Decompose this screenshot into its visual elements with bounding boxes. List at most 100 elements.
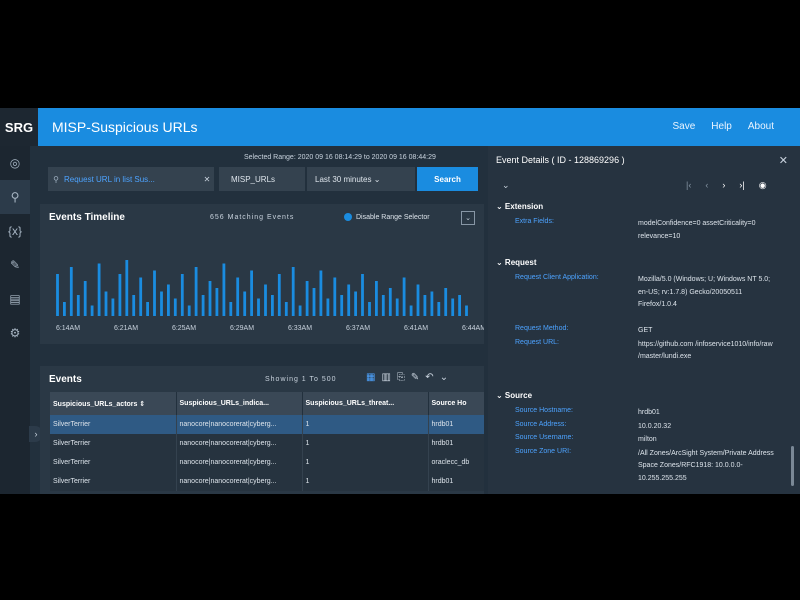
timeline-chart[interactable]: 6:14AM 6:21AM 6:25AM 6:29AM 6:33AM 6:37AM 6:41…	[40, 204, 484, 344]
timeline-bar[interactable]	[368, 302, 371, 316]
timeline-bar[interactable]	[277, 274, 281, 316]
timeline-bar[interactable]	[63, 302, 66, 316]
section-header[interactable]: ⌄ Request	[496, 258, 537, 267]
timeline-bar[interactable]	[271, 295, 274, 316]
timeline-bar[interactable]	[319, 270, 323, 317]
timeline-bar[interactable]	[305, 281, 309, 316]
timeline-bar[interactable]	[250, 270, 253, 317]
dashboard-icon[interactable]: ◎	[0, 146, 30, 180]
timeline-bar[interactable]	[104, 291, 108, 317]
timeline-bar[interactable]	[90, 305, 94, 317]
timeline-bar[interactable]	[291, 267, 295, 316]
help-link[interactable]: Help	[711, 121, 732, 132]
timeline-bar[interactable]	[139, 277, 143, 317]
timeline-bar[interactable]	[402, 277, 406, 317]
column-header[interactable]: Source Ho	[428, 392, 484, 415]
variables-icon[interactable]: {x}	[0, 214, 30, 248]
timeline-bar[interactable]	[444, 288, 448, 316]
timeline-bar[interactable]	[97, 263, 101, 317]
section-header[interactable]: ⌄ Source	[496, 391, 532, 400]
timeline-bar[interactable]	[381, 295, 385, 316]
save-link[interactable]: Save	[672, 121, 695, 132]
export-icon[interactable]: ⎘	[397, 372, 405, 383]
timeline-bar[interactable]	[409, 305, 413, 317]
timeline-bar[interactable]	[132, 295, 136, 316]
wrench-icon[interactable]: ✎	[411, 372, 419, 383]
search-input[interactable]: ⚲ Request URL in list Sus... ✕	[48, 167, 214, 191]
timeline-bar[interactable]	[215, 288, 219, 316]
timeline-bar[interactable]	[340, 295, 344, 316]
timeline-bar[interactable]	[264, 284, 267, 317]
table-row[interactable]: SilverTerrier nanocore|nanocorerat|cyber…	[50, 472, 484, 491]
column-header[interactable]: Suspicious_URLs_indica...	[176, 392, 303, 415]
section-header[interactable]: ⌄ Extension	[496, 202, 543, 211]
prev-page-icon[interactable]: ‹	[705, 180, 708, 191]
timeline-bar[interactable]	[118, 274, 122, 316]
timeline-bar[interactable]	[298, 305, 302, 317]
first-page-icon[interactable]: |‹	[686, 180, 691, 191]
timeline-bar[interactable]	[229, 302, 233, 316]
table-row[interactable]: SilverTerrier nanocore|nanocorerat|cyber…	[50, 453, 484, 472]
timeline-bar[interactable]	[395, 298, 399, 317]
timeline-bar[interactable]	[326, 298, 330, 317]
column-header[interactable]: Suspicious_URLs_threat...	[302, 392, 429, 415]
timeline-bar[interactable]	[284, 302, 288, 316]
grid-view-icon[interactable]: ▦	[366, 372, 375, 383]
timeline-bar[interactable]	[236, 277, 240, 317]
timeline-bar[interactable]	[76, 295, 80, 316]
timeline-bar[interactable]	[222, 263, 226, 317]
timeline-bar[interactable]	[388, 288, 392, 316]
timeline-bar[interactable]	[180, 274, 184, 316]
timeline-bar[interactable]	[416, 284, 420, 317]
timeline-bar[interactable]	[194, 267, 198, 316]
tools-icon[interactable]: ✎	[0, 248, 30, 282]
timeline-bar[interactable]	[354, 291, 357, 317]
timeline-bar[interactable]	[361, 274, 364, 316]
columns-icon[interactable]: ▥	[381, 372, 390, 383]
timeline-bar[interactable]	[465, 305, 468, 317]
resource-select[interactable]: MISP_URLs	[219, 167, 305, 191]
timeline-bar[interactable]	[111, 298, 115, 317]
events-dropdown-icon[interactable]: ⌄	[440, 372, 448, 383]
timeline-bar[interactable]	[208, 281, 212, 316]
column-header[interactable]: Suspicious_URLs_actors ⇕	[50, 392, 177, 415]
search-icon[interactable]: ⚲	[0, 180, 30, 214]
eye-icon[interactable]: ◉	[759, 180, 767, 191]
user-settings-icon[interactable]: ⚙	[0, 316, 30, 350]
search-query[interactable]: Request URL in list Sus...	[64, 175, 200, 184]
timeline-bar[interactable]	[333, 277, 337, 317]
close-icon[interactable]: ✕	[779, 154, 788, 167]
chevron-down-icon[interactable]: ⌄	[502, 180, 510, 191]
timeline-bar[interactable]	[451, 298, 455, 317]
timeline-bar[interactable]	[312, 288, 316, 316]
timeline-bar[interactable]	[201, 295, 205, 316]
timeline-bar[interactable]	[347, 284, 351, 317]
table-row[interactable]: SilverTerrier nanocore|nanocorerat|cyber…	[50, 415, 484, 434]
clipboard-icon[interactable]: ▤	[0, 282, 30, 316]
timeline-bar[interactable]	[187, 305, 191, 317]
next-page-icon[interactable]: ›	[722, 180, 725, 191]
timeline-bar[interactable]	[243, 291, 247, 317]
timeline-bar[interactable]	[458, 295, 461, 316]
timeline-bar[interactable]	[146, 302, 149, 316]
timeline-bar[interactable]	[125, 260, 129, 316]
timeline-bar[interactable]	[153, 270, 156, 317]
undo-icon[interactable]: ↶	[425, 372, 433, 383]
about-link[interactable]: About	[748, 121, 774, 132]
timeline-bar[interactable]	[56, 274, 59, 316]
timeline-bar[interactable]	[375, 281, 378, 316]
timeline-bar[interactable]	[167, 284, 170, 317]
timeline-bar[interactable]	[160, 291, 163, 317]
timeline-bar[interactable]	[69, 267, 73, 316]
timeline-bar[interactable]	[83, 281, 87, 316]
table-row[interactable]: SilverTerrier nanocore|nanocorerat|cyber…	[50, 434, 484, 453]
timeline-bar[interactable]	[257, 298, 260, 317]
timeline-bar[interactable]	[173, 298, 177, 317]
last-page-icon[interactable]: ›|	[739, 180, 744, 191]
details-scrollbar[interactable]	[791, 446, 794, 486]
timeline-bar[interactable]	[437, 302, 441, 316]
timeline-bar[interactable]	[423, 295, 427, 316]
search-button[interactable]: Search	[417, 167, 478, 191]
timeline-bar[interactable]	[430, 291, 434, 317]
time-range-select[interactable]: Last 30 minutes ⌄	[307, 167, 415, 191]
